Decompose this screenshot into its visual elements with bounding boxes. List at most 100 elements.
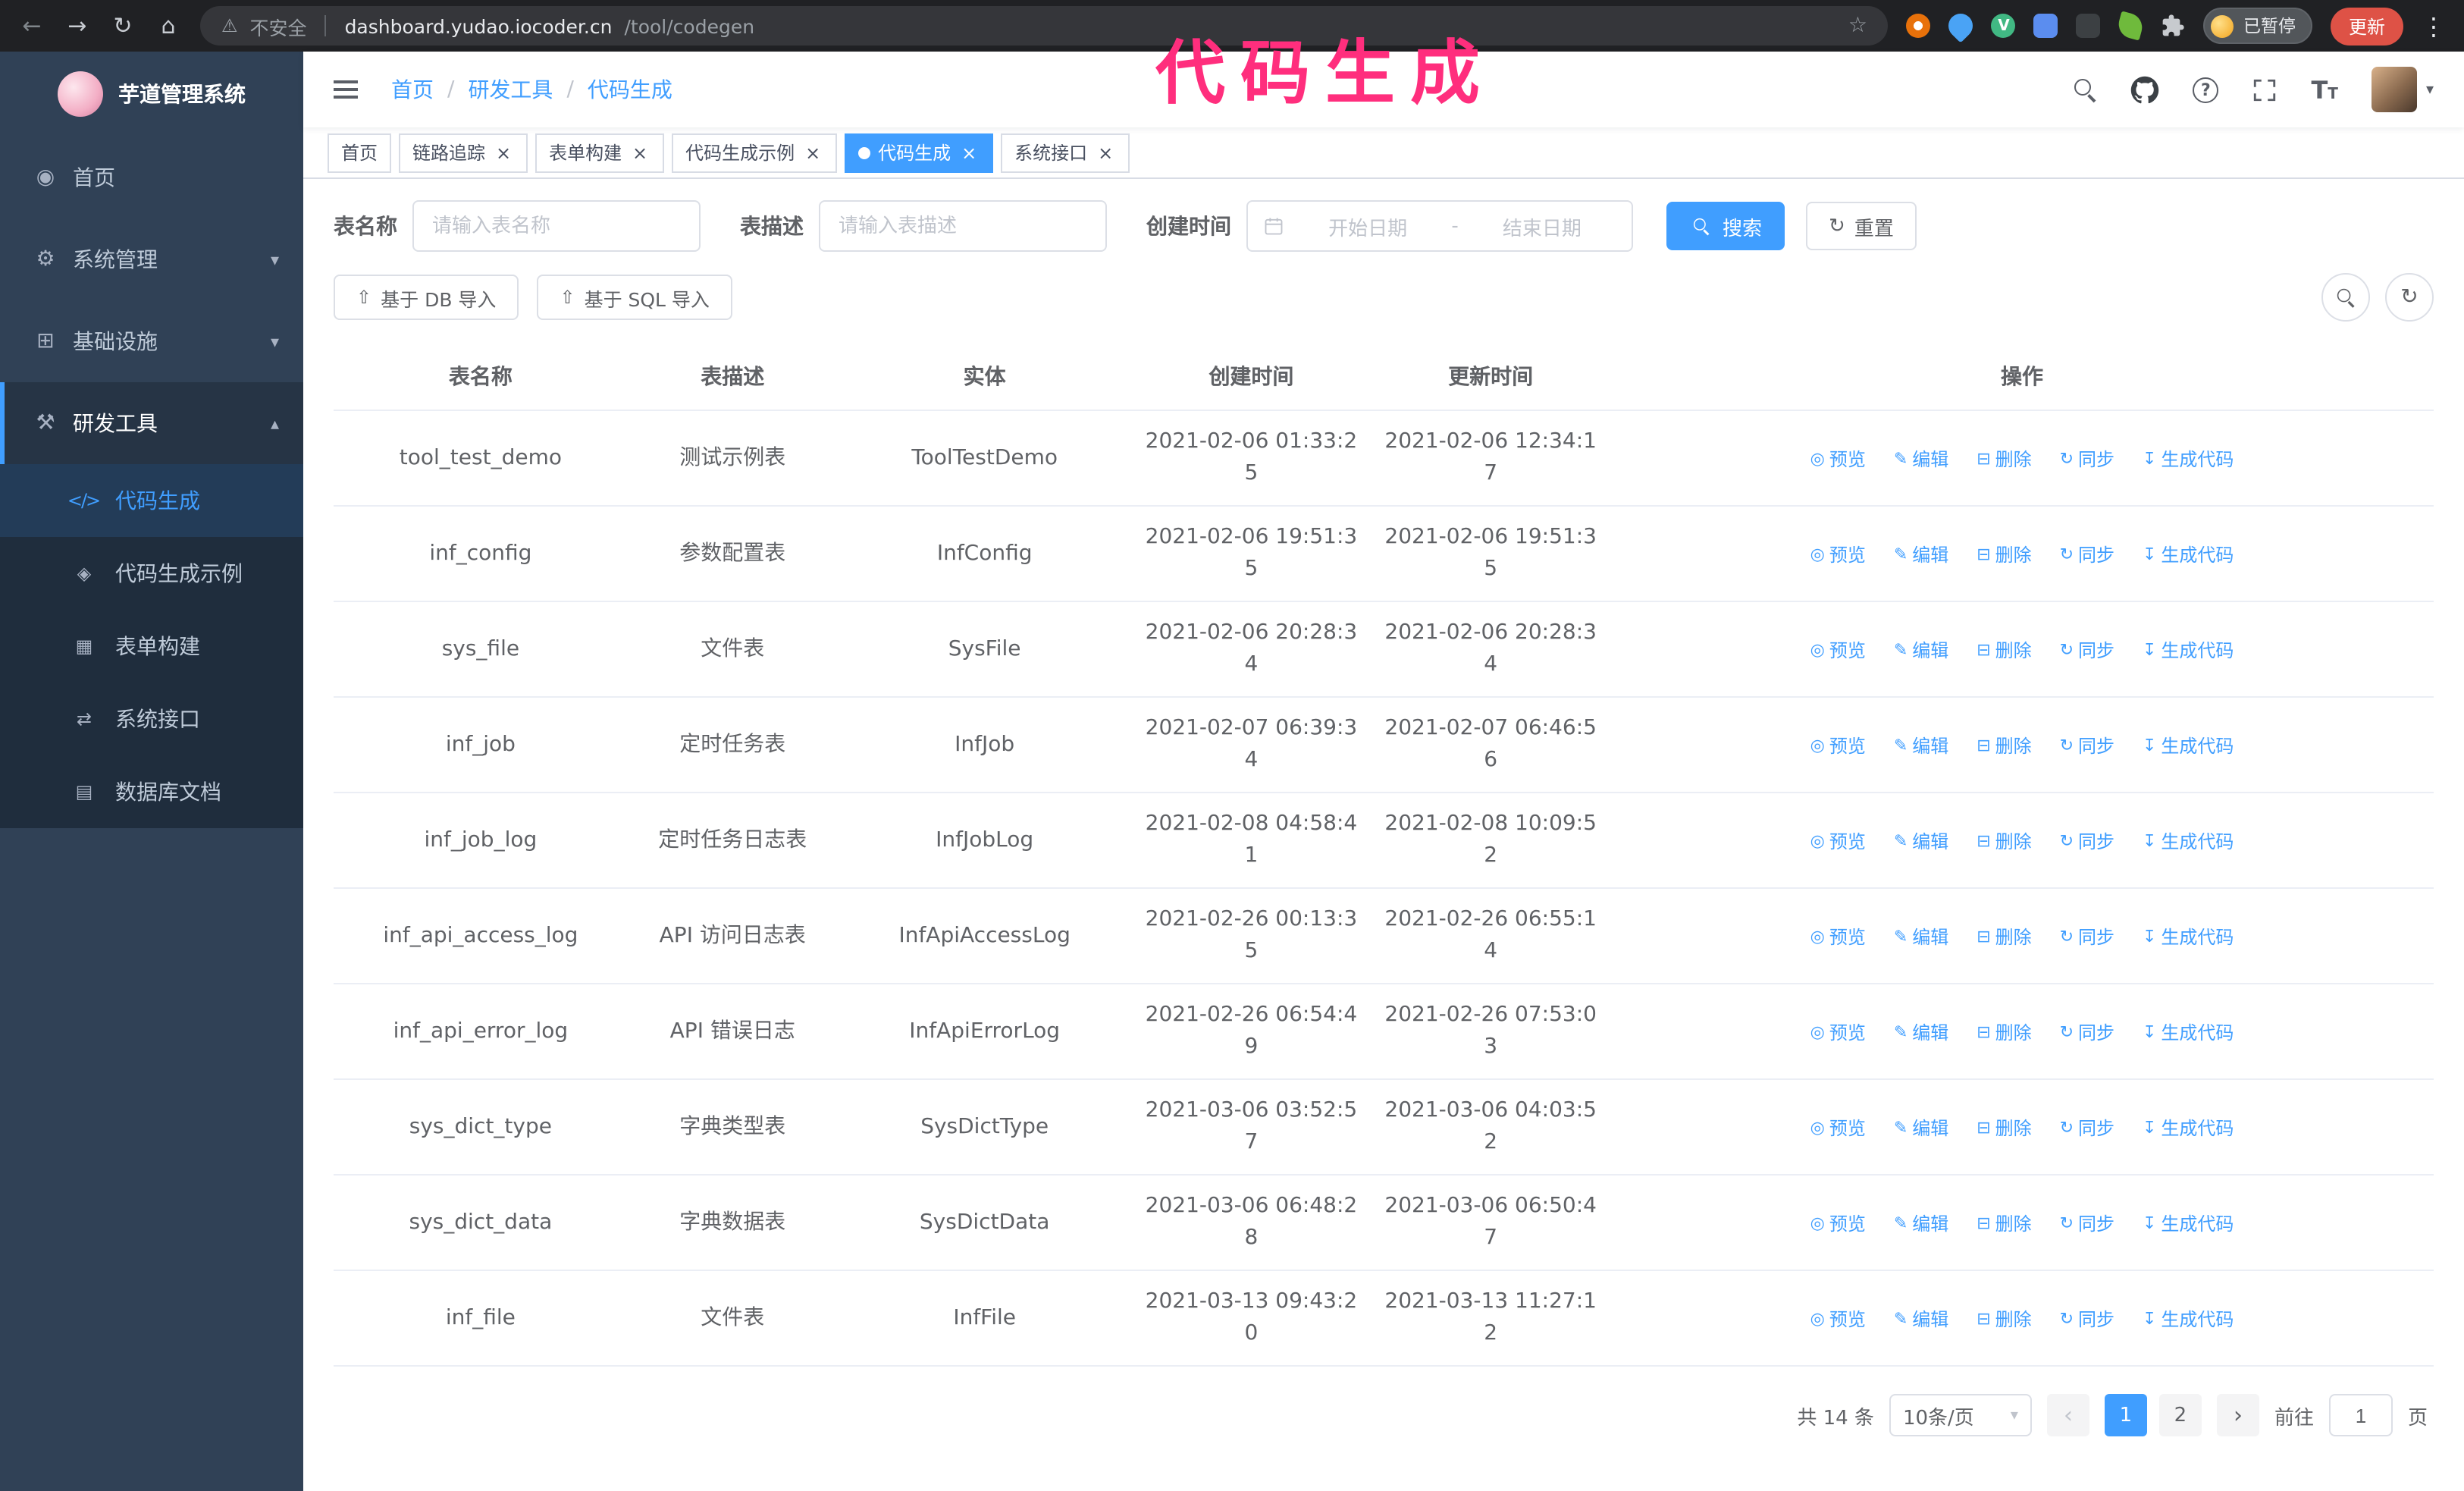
edit-link[interactable]: ✎ 编辑 <box>1894 924 1948 951</box>
sidebar-menu-item[interactable]: ⊞ 基础设施 ▾ ▴ <box>0 300 303 382</box>
sidebar-submenu-item[interactable]: ◈ 代码生成示例 <box>0 537 303 610</box>
bookmark-star-icon[interactable]: ☆ <box>1848 14 1867 38</box>
import-sql-button[interactable]: ⇧ 基于 SQL 导入 <box>537 275 732 320</box>
edit-link[interactable]: ✎ 编辑 <box>1894 1306 1948 1333</box>
sync-link[interactable]: ↻ 同步 <box>2060 1210 2114 1238</box>
extension-leaf-icon[interactable] <box>2116 11 2146 41</box>
edit-link[interactable]: ✎ 编辑 <box>1894 446 1948 473</box>
delete-link[interactable]: ⊟ 删除 <box>1977 1210 2031 1238</box>
tab[interactable]: 表单构建 × <box>535 133 665 172</box>
preview-link[interactable]: ◎ 预览 <box>1810 541 1866 569</box>
profile-paused-badge[interactable]: 已暂停 <box>2203 8 2312 44</box>
date-end-input[interactable]: 结束日期 <box>1468 212 1616 240</box>
table-desc-input[interactable] <box>819 200 1107 252</box>
import-db-button[interactable]: ⇧ 基于 DB 导入 <box>334 275 519 320</box>
refresh-table-button[interactable]: ↻ <box>2385 273 2434 322</box>
chrome-update-button[interactable]: 更新 <box>2330 7 2403 45</box>
delete-link[interactable]: ⊟ 删除 <box>1977 637 2031 664</box>
table-name-input[interactable] <box>412 200 701 252</box>
sync-link[interactable]: ↻ 同步 <box>2060 1306 2114 1333</box>
browser-refresh-icon[interactable]: ↻ <box>109 12 136 39</box>
delete-link[interactable]: ⊟ 删除 <box>1977 1115 2031 1142</box>
sidebar-submenu-item[interactable]: ⇄ 系统接口 <box>0 683 303 755</box>
generate-code-link[interactable]: ↧ 生成代码 <box>2143 1115 2234 1142</box>
breadcrumb-home[interactable]: 首页 <box>391 74 434 105</box>
sidebar-menu-item[interactable]: ◉ 首页 ▾ ▴ <box>0 137 303 218</box>
generate-code-link[interactable]: ↧ 生成代码 <box>2143 637 2234 664</box>
tab-close-icon[interactable]: × <box>958 142 980 163</box>
extensions-puzzle-icon[interactable] <box>2161 14 2186 38</box>
header-search-icon[interactable] <box>2073 77 2097 102</box>
vue-devtools-icon[interactable]: V <box>1991 14 2016 38</box>
delete-link[interactable]: ⊟ 删除 <box>1977 541 2031 569</box>
tab-close-icon[interactable]: × <box>802 142 823 163</box>
delete-link[interactable]: ⊟ 删除 <box>1977 733 2031 760</box>
page-number-button[interactable]: 2 <box>2158 1394 2202 1436</box>
sidebar-submenu-item[interactable]: ▤ 数据库文档 <box>0 755 303 828</box>
tab[interactable]: 首页 × <box>328 133 392 172</box>
tab[interactable]: 系统接口 × <box>1001 133 1130 172</box>
extension-dark-icon[interactable] <box>2076 14 2101 38</box>
sidebar-submenu-item[interactable]: ▦ 表单构建 <box>0 610 303 683</box>
date-range-picker[interactable]: 开始日期 - 结束日期 <box>1246 200 1633 252</box>
sidebar-menu-item[interactable]: ⚒ 研发工具 ▾ ▴ <box>0 382 303 464</box>
github-icon[interactable] <box>2130 75 2159 104</box>
generate-code-link[interactable]: ↧ 生成代码 <box>2143 541 2234 569</box>
help-icon[interactable]: ? <box>2193 77 2219 102</box>
edit-link[interactable]: ✎ 编辑 <box>1894 637 1948 664</box>
generate-code-link[interactable]: ↧ 生成代码 <box>2143 924 2234 951</box>
date-start-input[interactable]: 开始日期 <box>1293 212 1442 240</box>
delete-link[interactable]: ⊟ 删除 <box>1977 446 2031 473</box>
preview-link[interactable]: ◎ 预览 <box>1810 1210 1866 1238</box>
sync-link[interactable]: ↻ 同步 <box>2060 924 2114 951</box>
delete-link[interactable]: ⊟ 删除 <box>1977 924 2031 951</box>
preview-link[interactable]: ◎ 预览 <box>1810 1306 1866 1333</box>
edit-link[interactable]: ✎ 编辑 <box>1894 541 1948 569</box>
generate-code-link[interactable]: ↧ 生成代码 <box>2143 828 2234 855</box>
extension-orange-icon[interactable] <box>1906 14 1931 38</box>
generate-code-link[interactable]: ↧ 生成代码 <box>2143 1019 2234 1047</box>
page-number-button[interactable]: 1 <box>2104 1394 2147 1436</box>
sync-link[interactable]: ↻ 同步 <box>2060 446 2114 473</box>
delete-link[interactable]: ⊟ 删除 <box>1977 1306 2031 1333</box>
tab[interactable]: 代码生成示例 × <box>672 133 838 172</box>
preview-link[interactable]: ◎ 预览 <box>1810 733 1866 760</box>
delete-link[interactable]: ⊟ 删除 <box>1977 828 2031 855</box>
app-logo[interactable]: 芋道管理系统 <box>0 52 303 137</box>
reset-button[interactable]: ↻ 重置 <box>1806 202 1917 250</box>
tab[interactable]: 链路追踪 × <box>399 133 528 172</box>
sync-link[interactable]: ↻ 同步 <box>2060 1019 2114 1047</box>
search-button[interactable]: 搜索 <box>1666 202 1785 250</box>
browser-menu-icon[interactable]: ⋮ <box>2422 11 2446 40</box>
fullscreen-icon[interactable] <box>2252 77 2277 102</box>
sync-link[interactable]: ↻ 同步 <box>2060 733 2114 760</box>
edit-link[interactable]: ✎ 编辑 <box>1894 1115 1948 1142</box>
sidebar-submenu-item[interactable]: </> 代码生成 <box>0 464 303 537</box>
generate-code-link[interactable]: ↧ 生成代码 <box>2143 446 2234 473</box>
tab-close-icon[interactable]: × <box>629 142 650 163</box>
delete-link[interactable]: ⊟ 删除 <box>1977 1019 2031 1047</box>
generate-code-link[interactable]: ↧ 生成代码 <box>2143 1306 2234 1333</box>
preview-link[interactable]: ◎ 预览 <box>1810 1019 1866 1047</box>
tab-close-icon[interactable]: × <box>493 142 514 163</box>
extension-blue-icon[interactable] <box>2033 14 2058 38</box>
tab[interactable]: 代码生成 × <box>845 133 994 172</box>
tab-close-icon[interactable]: × <box>1095 142 1116 163</box>
browser-home-icon[interactable]: ⌂ <box>155 12 182 39</box>
sync-link[interactable]: ↻ 同步 <box>2060 1115 2114 1142</box>
next-page-button[interactable]: › <box>2216 1394 2259 1436</box>
generate-code-link[interactable]: ↧ 生成代码 <box>2143 733 2234 760</box>
sync-link[interactable]: ↻ 同步 <box>2060 541 2114 569</box>
sync-link[interactable]: ↻ 同步 <box>2060 637 2114 664</box>
preview-link[interactable]: ◎ 预览 <box>1810 828 1866 855</box>
edit-link[interactable]: ✎ 编辑 <box>1894 733 1948 760</box>
sync-link[interactable]: ↻ 同步 <box>2060 828 2114 855</box>
address-bar[interactable]: ⚠ 不安全 dashboard.yudao.iocoder.cn/tool/co… <box>200 6 1889 46</box>
preview-link[interactable]: ◎ 预览 <box>1810 446 1866 473</box>
browser-back-icon[interactable]: ← <box>18 12 45 39</box>
browser-forward-icon[interactable]: → <box>64 12 91 39</box>
sidebar-menu-item[interactable]: ⚙ 系统管理 ▾ ▴ <box>0 218 303 300</box>
goto-page-input[interactable] <box>2328 1394 2393 1436</box>
toggle-search-button[interactable] <box>2321 273 2370 322</box>
edit-link[interactable]: ✎ 编辑 <box>1894 1019 1948 1047</box>
